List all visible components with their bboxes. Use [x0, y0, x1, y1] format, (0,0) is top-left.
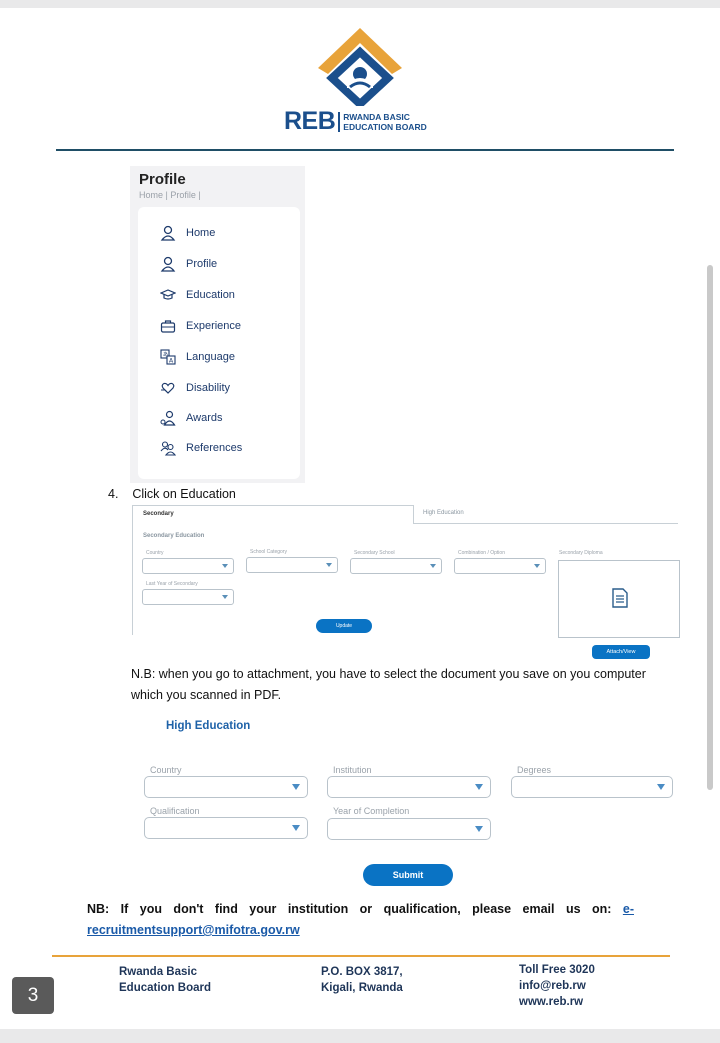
combination-select[interactable] [454, 558, 546, 574]
secondary-heading: Secondary Education [143, 533, 205, 539]
menu-item-home[interactable]: Home [160, 225, 215, 241]
step-instruction: 4. Click on Education [108, 487, 236, 501]
chevron-down-icon [222, 595, 228, 599]
menu-item-disability[interactable]: Disability [160, 380, 230, 396]
menu-label-awards: Awards [186, 412, 223, 424]
menu-item-awards[interactable]: Awards [160, 410, 222, 426]
breadcrumb: Home | Profile | [139, 190, 201, 200]
users-icon [160, 441, 176, 456]
user-icon [160, 225, 176, 241]
footer-tollfree: Toll Free 3020 [519, 964, 595, 976]
year-completion-label: Year of Completion [333, 806, 410, 816]
menu-label-experience: Experience [186, 320, 242, 332]
chevron-down-icon [475, 784, 483, 790]
tab-high-education[interactable]: High Education [414, 505, 678, 524]
heart-hand-icon [161, 382, 175, 394]
chevron-down-icon [430, 564, 436, 568]
menu-item-profile[interactable]: Profile [160, 256, 217, 272]
step-text: Click on Education [132, 487, 236, 501]
school-category-select[interactable] [246, 557, 338, 573]
logo-line2: EDUCATION BOARD [343, 121, 427, 132]
chevron-down-icon [534, 564, 540, 568]
menu-label-language: Language [186, 351, 235, 363]
profile-title: Profile [139, 171, 186, 188]
footer-email[interactable]: info@reb.rw [519, 978, 595, 994]
secondary-school-label: Secondary School [354, 550, 395, 556]
footer-organization: Rwanda Basic Education Board [119, 964, 211, 996]
reb-logo-icon [318, 28, 402, 106]
qualification-label: Qualification [150, 806, 200, 816]
footer-divider [52, 955, 670, 957]
menu-label-disability: Disability [186, 382, 231, 394]
footer-website[interactable]: www.reb.rw [519, 994, 595, 1010]
footer-org-line2: Education Board [119, 982, 212, 994]
translate-icon: あA [160, 349, 176, 365]
hi-country-label: Country [150, 765, 182, 775]
combination-label: Combination / Option [458, 550, 505, 556]
attachment-note: N.B: when you go to attachment, you have… [131, 667, 646, 702]
chevron-down-icon [475, 826, 483, 832]
logo-wordmark: REB RWANDA BASIC EDUCATION BOARD [284, 109, 427, 134]
secondary-diploma-label: Secondary Diploma [559, 550, 603, 556]
support-note: NB: If you don't find your institution o… [87, 899, 634, 941]
logo-reb-text: REB [284, 107, 336, 135]
menu-label-home: Home [186, 227, 216, 239]
hi-country-select[interactable] [144, 776, 308, 798]
menu-item-education[interactable]: Education [160, 287, 235, 303]
user-icon [160, 256, 176, 272]
chevron-down-icon [292, 825, 300, 831]
footer-address-line1: P.O. BOX 3817, [321, 966, 403, 978]
chevron-down-icon [292, 784, 300, 790]
high-education-title: High Education [166, 720, 251, 732]
support-note-text: NB: If you don't find your institution o… [87, 902, 623, 916]
menu-item-references[interactable]: References [160, 440, 242, 456]
footer-contact: Toll Free 3020 info@reb.rw www.reb.rw [519, 962, 595, 1010]
menu-label-profile: Profile [186, 258, 218, 270]
svg-text:あ: あ [163, 352, 168, 358]
secondary-education-form: Secondary High Education Secondary Educa… [132, 505, 680, 661]
qualification-select[interactable] [144, 817, 308, 839]
year-completion-select[interactable] [327, 818, 491, 840]
tab-secondary[interactable]: Secondary [132, 505, 414, 524]
degrees-label: Degrees [517, 765, 552, 775]
secondary-school-select[interactable] [350, 558, 442, 574]
logo-line1: RWANDA BASIC [343, 111, 410, 122]
country-select[interactable] [142, 558, 234, 574]
footer-address: P.O. BOX 3817, Kigali, Rwanda [321, 964, 403, 996]
logo-fullname: RWANDA BASIC EDUCATION BOARD [343, 112, 426, 132]
footer-org-line1: Rwanda Basic [119, 966, 197, 978]
menu-label-references: References [186, 442, 243, 454]
last-year-label: Last Year of Secondary [146, 581, 198, 587]
profile-menu: Home Profile Education Experience あA Lan… [138, 207, 300, 479]
header-divider [56, 149, 674, 151]
chevron-down-icon [326, 563, 332, 567]
institution-select[interactable] [327, 776, 491, 798]
award-icon [160, 410, 176, 426]
country-label: Country [146, 550, 164, 556]
briefcase-icon [160, 320, 176, 333]
document-icon [612, 588, 628, 608]
tab-secondary-label: Secondary [143, 511, 174, 517]
update-button[interactable]: Update [316, 619, 372, 633]
menu-item-experience[interactable]: Experience [160, 318, 241, 334]
chevron-down-icon [657, 784, 665, 790]
scrollbar[interactable] [707, 265, 713, 790]
footer-address-line2: Kigali, Rwanda [321, 982, 403, 994]
menu-label-education: Education [186, 289, 235, 301]
page-number-badge: 3 [12, 977, 54, 1014]
graduation-cap-icon [160, 289, 176, 300]
diploma-dropzone[interactable] [558, 560, 680, 638]
institution-label: Institution [333, 765, 372, 775]
tab-high-education-label: High Education [423, 510, 464, 516]
school-category-label: School Category [250, 549, 287, 555]
menu-item-language[interactable]: あA Language [160, 349, 235, 365]
degrees-select[interactable] [511, 776, 673, 798]
logo-separator [338, 111, 341, 132]
submit-button[interactable]: Submit [363, 864, 453, 886]
step-number: 4. [108, 487, 119, 501]
last-year-select[interactable] [142, 589, 234, 605]
attach-view-button[interactable]: Attach/View [592, 645, 650, 659]
profile-panel: Profile Home | Profile | Home Profile Ed… [130, 166, 305, 483]
chevron-down-icon [222, 564, 228, 568]
